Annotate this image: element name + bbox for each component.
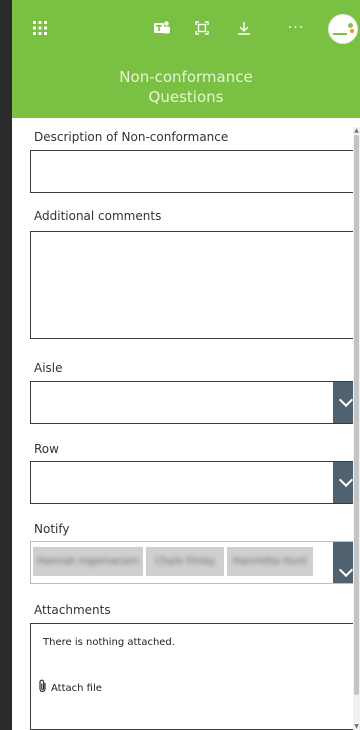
attachments-empty-text: There is nothing attached. (43, 637, 175, 648)
form-title: Non-conformance Questions (12, 56, 360, 118)
notify-person-chip[interactable]: Hannah Ingemarsen (33, 547, 143, 576)
notify-people-picker[interactable]: Hannah Ingemarsen Chyle Finlay Hanrietta… (30, 541, 360, 584)
attach-file-label: Attach file (51, 682, 102, 694)
expand-icon[interactable] (188, 14, 216, 42)
scrollbar[interactable]: ▲ ▼ (353, 127, 360, 730)
paperclip-icon (39, 679, 47, 697)
app-window: ··· Non-conformance Questions * Descript… (12, 0, 360, 730)
avatar[interactable] (328, 14, 358, 44)
teams-icon[interactable] (148, 14, 176, 42)
aisle-dropdown[interactable] (30, 381, 360, 424)
attachments-label: Attachments (34, 603, 111, 617)
scroll-thumb[interactable] (354, 135, 359, 695)
download-icon[interactable] (230, 14, 258, 42)
form-title-line-2: Questions (148, 88, 224, 106)
notify-label: Notify (34, 522, 70, 536)
form-body: * Description of Non-conformance Additio… (12, 118, 360, 730)
notify-person-chip[interactable]: Hanrietta Hunt (227, 547, 313, 576)
more-icon[interactable]: ··· (282, 14, 310, 42)
scroll-up-icon[interactable]: ▲ (353, 127, 360, 134)
app-launcher-icon[interactable] (26, 14, 54, 42)
logo-dot-green (348, 23, 353, 28)
aisle-label: Aisle (34, 361, 63, 375)
logo-bar (333, 33, 347, 35)
attach-file-button[interactable]: Attach file (39, 679, 102, 697)
description-field[interactable] (30, 150, 360, 193)
row-label: Row (34, 442, 59, 456)
logo-dot-orange (350, 29, 354, 33)
notify-person-chip[interactable]: Chyle Finlay (146, 547, 224, 576)
row-dropdown[interactable] (30, 461, 360, 504)
scroll-down-icon[interactable]: ▼ (353, 723, 360, 730)
comments-label: Additional comments (34, 209, 162, 223)
top-bar: ··· (12, 0, 360, 56)
form-title-line-1: Non-conformance (119, 68, 253, 86)
description-label: Description of Non-conformance (34, 130, 229, 144)
comments-field[interactable] (30, 231, 360, 339)
attachments-box: There is nothing attached. Attach file (30, 623, 360, 730)
